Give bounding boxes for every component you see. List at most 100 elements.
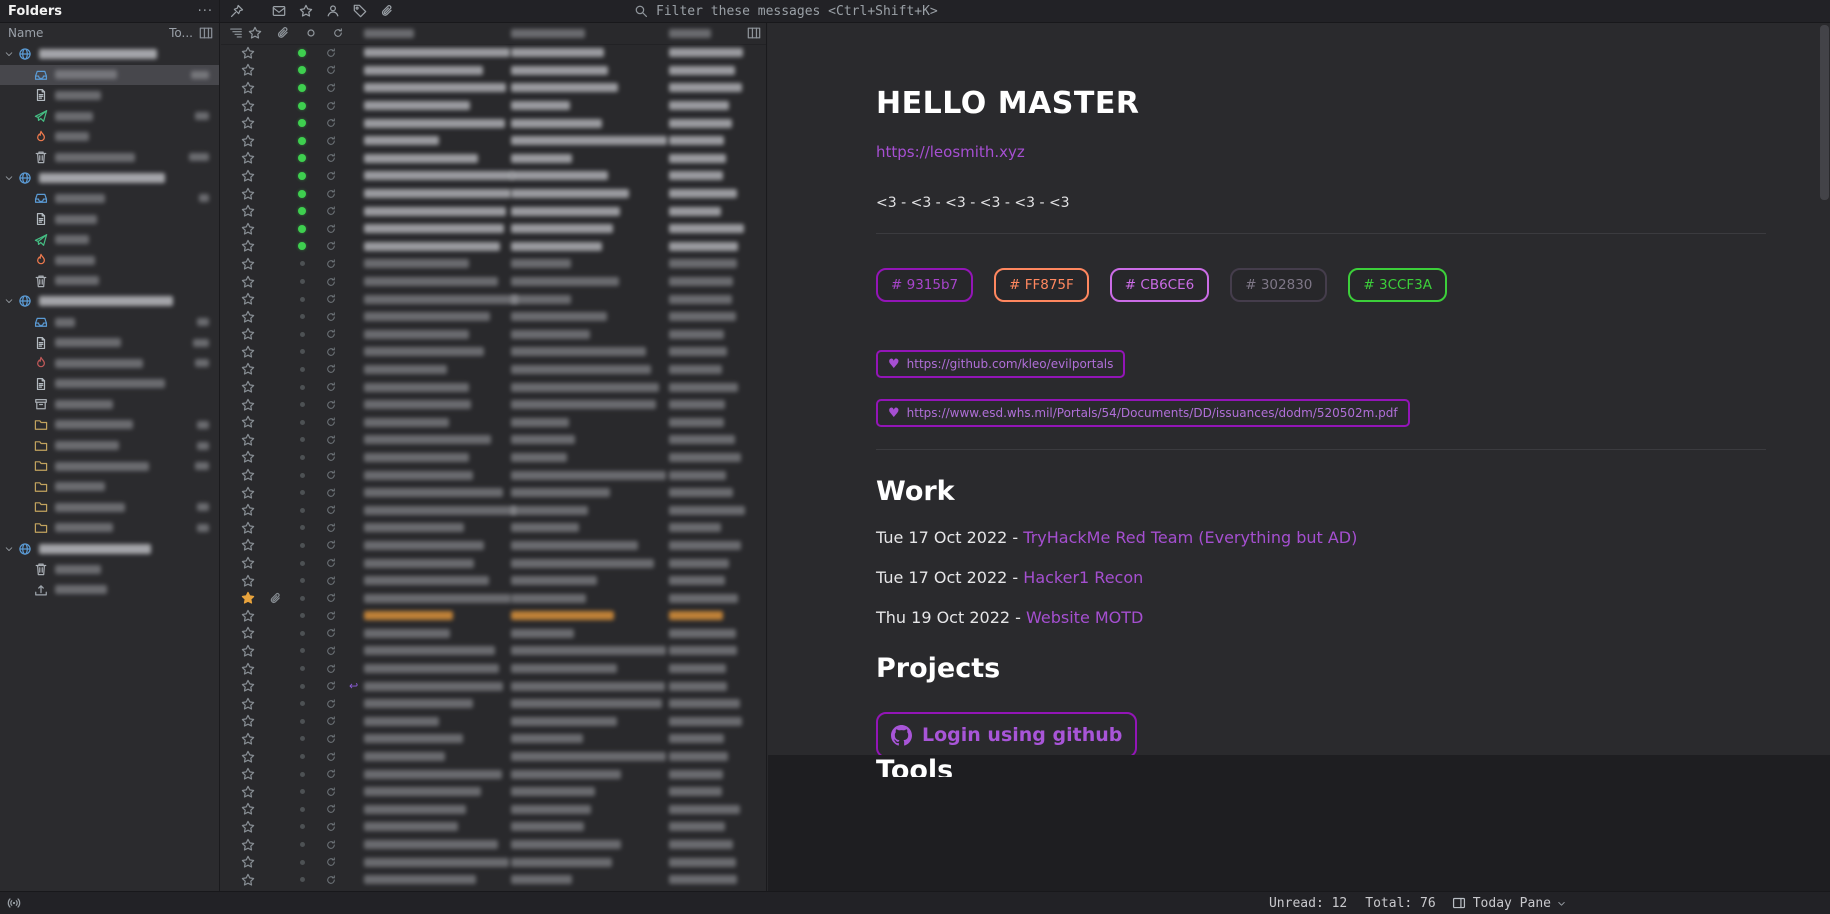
junk-toggle-icon[interactable] xyxy=(325,47,337,59)
message-row[interactable] xyxy=(221,730,766,748)
read-dot-icon[interactable] xyxy=(298,841,306,849)
work-item-link[interactable]: Hacker1 Recon xyxy=(1023,568,1143,587)
star-empty-icon[interactable] xyxy=(241,820,255,834)
junk-toggle-icon[interactable] xyxy=(325,645,337,657)
message-row[interactable] xyxy=(221,326,766,344)
junk-toggle-icon[interactable] xyxy=(325,451,337,463)
filter-messages-input[interactable] xyxy=(654,3,1088,20)
read-dot-icon[interactable] xyxy=(298,330,306,338)
star-empty-icon[interactable] xyxy=(241,574,255,588)
junk-toggle-icon[interactable] xyxy=(325,539,337,551)
message-row[interactable] xyxy=(221,589,766,607)
star-empty-icon[interactable] xyxy=(241,785,255,799)
message-row[interactable] xyxy=(221,44,766,62)
attachment-column-icon[interactable] xyxy=(276,26,290,40)
message-row[interactable] xyxy=(221,202,766,220)
message-row[interactable] xyxy=(221,607,766,625)
junk-toggle-icon[interactable] xyxy=(325,240,337,252)
preview-scrollbar-thumb[interactable] xyxy=(1820,25,1829,200)
message-row[interactable] xyxy=(221,572,766,590)
junk-toggle-icon[interactable] xyxy=(325,223,337,235)
color-chip[interactable]: # FF875F xyxy=(994,268,1089,302)
read-dot-icon[interactable] xyxy=(298,665,306,673)
message-row[interactable] xyxy=(221,449,766,467)
unread-dot-icon[interactable] xyxy=(298,102,306,110)
message-row[interactable] xyxy=(221,695,766,713)
message-row[interactable] xyxy=(221,290,766,308)
message-row[interactable] xyxy=(221,114,766,132)
read-dot-icon[interactable] xyxy=(298,348,306,356)
message-row[interactable] xyxy=(221,625,766,643)
junk-toggle-icon[interactable] xyxy=(325,522,337,534)
network-status-icon[interactable] xyxy=(6,895,22,911)
heart-link-button[interactable]: ♥https://www.esd.whs.mil/Portals/54/Docu… xyxy=(876,399,1410,427)
junk-toggle-icon[interactable] xyxy=(325,258,337,270)
read-dot-icon[interactable] xyxy=(298,876,306,884)
star-empty-icon[interactable] xyxy=(241,697,255,711)
junk-toggle-icon[interactable] xyxy=(325,64,337,76)
read-dot-icon[interactable] xyxy=(298,735,306,743)
folder-account-row[interactable] xyxy=(0,538,219,559)
read-dot-icon[interactable] xyxy=(298,313,306,321)
message-row[interactable] xyxy=(221,97,766,115)
junk-toggle-icon[interactable] xyxy=(325,399,337,411)
folder-row[interactable] xyxy=(0,332,219,353)
message-row[interactable] xyxy=(221,818,766,836)
folder-row[interactable] xyxy=(0,65,219,86)
junk-toggle-icon[interactable] xyxy=(325,856,337,868)
star-empty-icon[interactable] xyxy=(241,802,255,816)
folder-account-row[interactable] xyxy=(0,44,219,65)
today-pane-label[interactable]: Today Pane xyxy=(1473,896,1551,911)
junk-toggle-icon[interactable] xyxy=(325,821,337,833)
junk-toggle-icon[interactable] xyxy=(325,346,337,358)
read-dot-icon[interactable] xyxy=(298,612,306,620)
read-dot-icon[interactable] xyxy=(298,418,306,426)
message-row[interactable] xyxy=(221,413,766,431)
site-link[interactable]: https://leosmith.xyz xyxy=(876,143,1025,161)
junk-toggle-icon[interactable] xyxy=(325,328,337,340)
junk-toggle-icon[interactable] xyxy=(325,434,337,446)
color-chip[interactable]: # CB6CE6 xyxy=(1110,268,1209,302)
junk-toggle-icon[interactable] xyxy=(325,205,337,217)
star-empty-icon[interactable] xyxy=(241,187,255,201)
message-row[interactable] xyxy=(221,343,766,361)
message-row[interactable] xyxy=(221,273,766,291)
star-empty-icon[interactable] xyxy=(241,398,255,412)
read-dot-icon[interactable] xyxy=(298,383,306,391)
star-empty-icon[interactable] xyxy=(241,873,255,887)
junk-toggle-icon[interactable] xyxy=(325,381,337,393)
junk-toggle-icon[interactable] xyxy=(325,152,337,164)
read-dot-icon[interactable] xyxy=(298,401,306,409)
folder-row[interactable] xyxy=(0,188,219,209)
message-row[interactable]: ↩ xyxy=(221,677,766,695)
folder-row[interactable] xyxy=(0,579,219,600)
junk-column-icon[interactable] xyxy=(331,26,345,40)
message-row[interactable] xyxy=(221,431,766,449)
read-dot-icon[interactable] xyxy=(298,823,306,831)
read-dot-icon[interactable] xyxy=(298,805,306,813)
star-empty-icon[interactable] xyxy=(241,169,255,183)
junk-toggle-icon[interactable] xyxy=(325,874,337,886)
subject-column-label-redacted[interactable] xyxy=(364,29,414,38)
star-empty-icon[interactable] xyxy=(241,767,255,781)
read-dot-icon[interactable] xyxy=(298,770,306,778)
message-row[interactable] xyxy=(221,238,766,256)
date-column-label-redacted[interactable] xyxy=(669,29,711,38)
attachment-filter-icon[interactable] xyxy=(378,2,396,20)
star-empty-icon[interactable] xyxy=(241,292,255,306)
folder-account-row[interactable] xyxy=(0,291,219,312)
star-empty-icon[interactable] xyxy=(241,415,255,429)
message-row[interactable] xyxy=(221,185,766,203)
junk-toggle-icon[interactable] xyxy=(325,839,337,851)
folder-row[interactable] xyxy=(0,559,219,580)
junk-toggle-icon[interactable] xyxy=(325,82,337,94)
folder-row[interactable] xyxy=(0,353,219,374)
read-dot-icon[interactable] xyxy=(298,506,306,514)
contact-filter-icon[interactable] xyxy=(324,2,342,20)
read-dot-icon[interactable] xyxy=(298,524,306,532)
junk-toggle-icon[interactable] xyxy=(325,487,337,499)
star-empty-icon[interactable] xyxy=(241,204,255,218)
folder-row[interactable] xyxy=(0,312,219,333)
star-empty-icon[interactable] xyxy=(241,116,255,130)
today-pane-chevron-icon[interactable] xyxy=(1555,897,1567,909)
